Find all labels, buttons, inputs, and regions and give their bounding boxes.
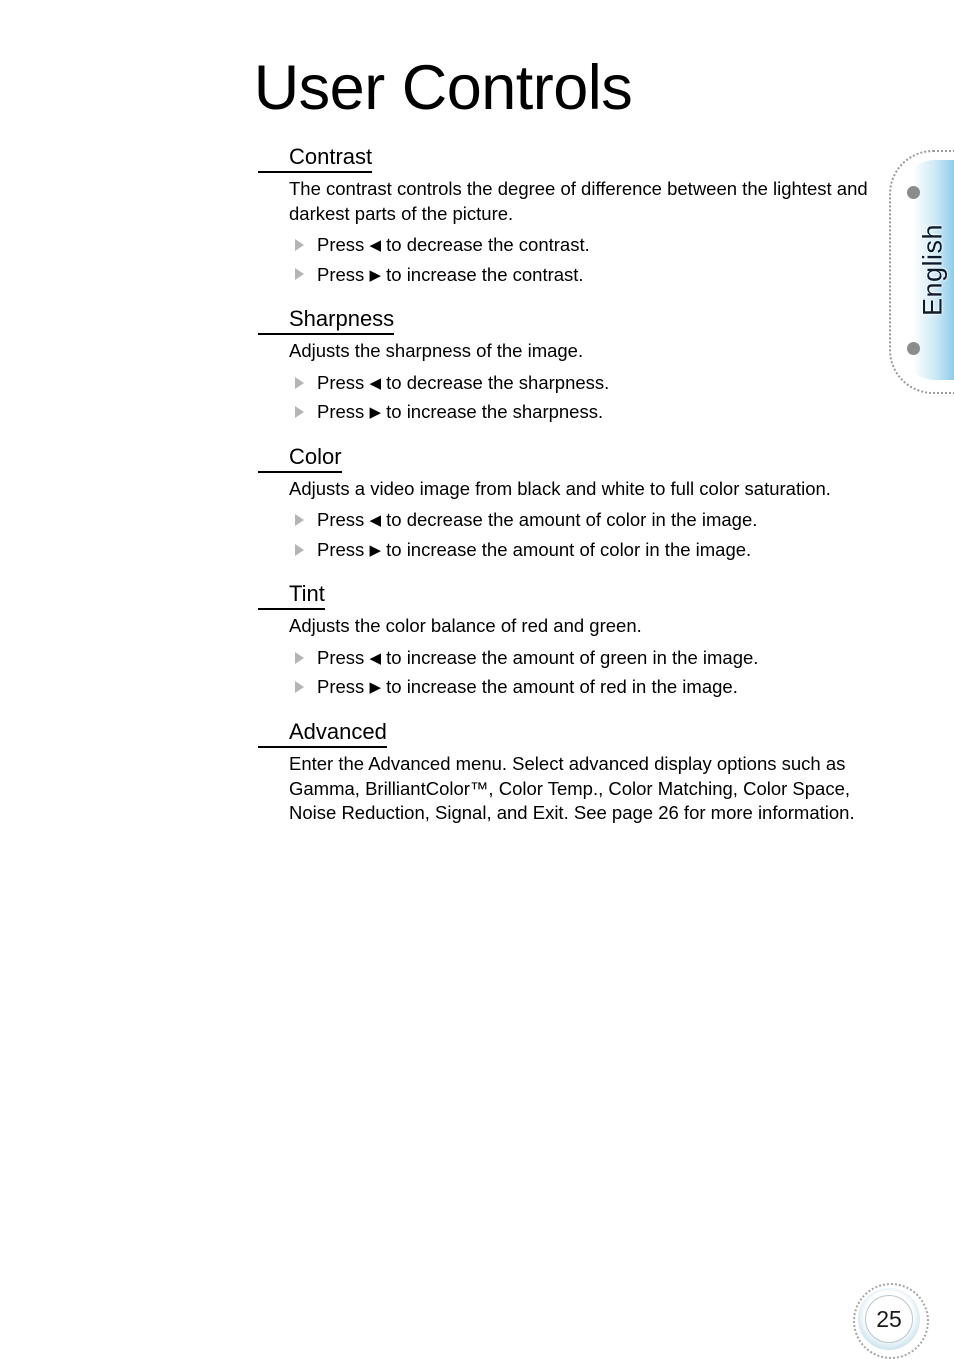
- bullet-text-prefix: Press: [317, 371, 370, 393]
- section-body-advanced: Enter the Advanced menu. Select advanced…: [289, 752, 855, 824]
- section-heading-contrast: Contrast: [258, 143, 373, 173]
- triangle-bullet-icon: [295, 543, 304, 556]
- bullet-text-prefix: Press: [317, 263, 370, 285]
- section-tint: Tint Adjusts the color balance of red an…: [258, 580, 898, 702]
- triangle-bullet-icon: [295, 514, 304, 527]
- document-content: Contrast The contrast controls the degre…: [258, 143, 898, 826]
- bullet-text-suffix: to increase the amount of color in the i…: [380, 538, 752, 560]
- section-heading-color: Color: [258, 443, 342, 473]
- right-arrow-icon: ▶: [369, 266, 381, 284]
- bullet-text-prefix: Press: [317, 401, 370, 423]
- section-body-sharpness: Adjusts the sharpness of the image.: [289, 340, 584, 362]
- page-title: User Controls: [253, 53, 633, 124]
- triangle-bullet-icon: [295, 376, 304, 389]
- bullet-text-prefix: Press: [317, 676, 370, 698]
- triangle-bullet-icon: [295, 238, 304, 251]
- bullet-list-sharpness: Press ◀ to decrease the sharpness. Press…: [258, 368, 898, 427]
- left-arrow-icon: ◀: [369, 237, 381, 255]
- decorative-dot-icon: [907, 186, 920, 199]
- list-item: Press ▶ to increase the amount of red in…: [295, 672, 898, 702]
- section-color: Color Adjusts a video image from black a…: [258, 443, 898, 565]
- right-arrow-icon: ▶: [369, 541, 381, 559]
- bullet-text-prefix: Press: [317, 646, 370, 668]
- left-arrow-icon: ◀: [369, 649, 381, 667]
- bullet-text-prefix: Press: [317, 509, 370, 531]
- right-arrow-icon: ▶: [369, 404, 381, 422]
- language-tab-label: English: [917, 223, 948, 317]
- bullet-list-contrast: Press ◀ to decrease the contrast. Press …: [258, 230, 898, 289]
- triangle-bullet-icon: [295, 406, 304, 419]
- section-heading-tint: Tint: [258, 580, 325, 611]
- bullet-text-suffix: to decrease the contrast.: [380, 234, 590, 256]
- triangle-bullet-icon: [295, 268, 304, 281]
- list-item: Press ▶ to increase the contrast.: [295, 260, 898, 290]
- bullet-list-color: Press ◀ to decrease the amount of color …: [258, 505, 898, 564]
- bullet-text-suffix: to increase the sharpness.: [380, 401, 604, 423]
- triangle-bullet-icon: [295, 651, 304, 664]
- page-number: 25: [865, 1295, 913, 1343]
- section-heading-sharpness: Sharpness: [258, 305, 395, 336]
- bullet-text-suffix: to increase the amount of green in the i…: [380, 646, 759, 668]
- section-contrast: Contrast The contrast controls the degre…: [258, 143, 898, 289]
- list-item: Press ▶ to increase the sharpness.: [295, 397, 898, 427]
- decorative-dot-icon: [907, 342, 920, 355]
- section-body-color: Adjusts a video image from black and whi…: [289, 477, 831, 499]
- list-item: Press ◀ to decrease the contrast.: [295, 230, 898, 260]
- list-item: Press ◀ to decrease the amount of color …: [295, 505, 898, 535]
- triangle-bullet-icon: [295, 681, 304, 694]
- list-item: Press ◀ to decrease the sharpness.: [295, 368, 898, 398]
- section-sharpness: Sharpness Adjusts the sharpness of the i…: [258, 305, 898, 427]
- bullet-text-suffix: to decrease the amount of color in the i…: [380, 509, 758, 531]
- bullet-text-suffix: to increase the amount of red in the ima…: [380, 676, 738, 698]
- section-body-contrast: The contrast controls the degree of diff…: [289, 178, 868, 224]
- section-heading-advanced: Advanced: [258, 718, 387, 748]
- language-tab: English: [889, 150, 954, 394]
- left-arrow-icon: ◀: [369, 512, 381, 530]
- list-item: Press ▶ to increase the amount of color …: [295, 535, 898, 565]
- bullet-list-tint: Press ◀ to increase the amount of green …: [258, 643, 898, 702]
- right-arrow-icon: ▶: [369, 679, 381, 697]
- page-number-badge: 25: [853, 1283, 929, 1359]
- bullet-text-prefix: Press: [317, 538, 370, 560]
- section-advanced: Advanced Enter the Advanced menu. Select…: [258, 718, 898, 826]
- bullet-text-suffix: to decrease the sharpness.: [380, 371, 610, 393]
- left-arrow-icon: ◀: [369, 374, 381, 392]
- bullet-text-suffix: to increase the contrast.: [380, 263, 584, 285]
- list-item: Press ◀ to increase the amount of green …: [295, 643, 898, 673]
- bullet-text-prefix: Press: [317, 234, 370, 256]
- section-body-tint: Adjusts the color balance of red and gre…: [289, 615, 642, 637]
